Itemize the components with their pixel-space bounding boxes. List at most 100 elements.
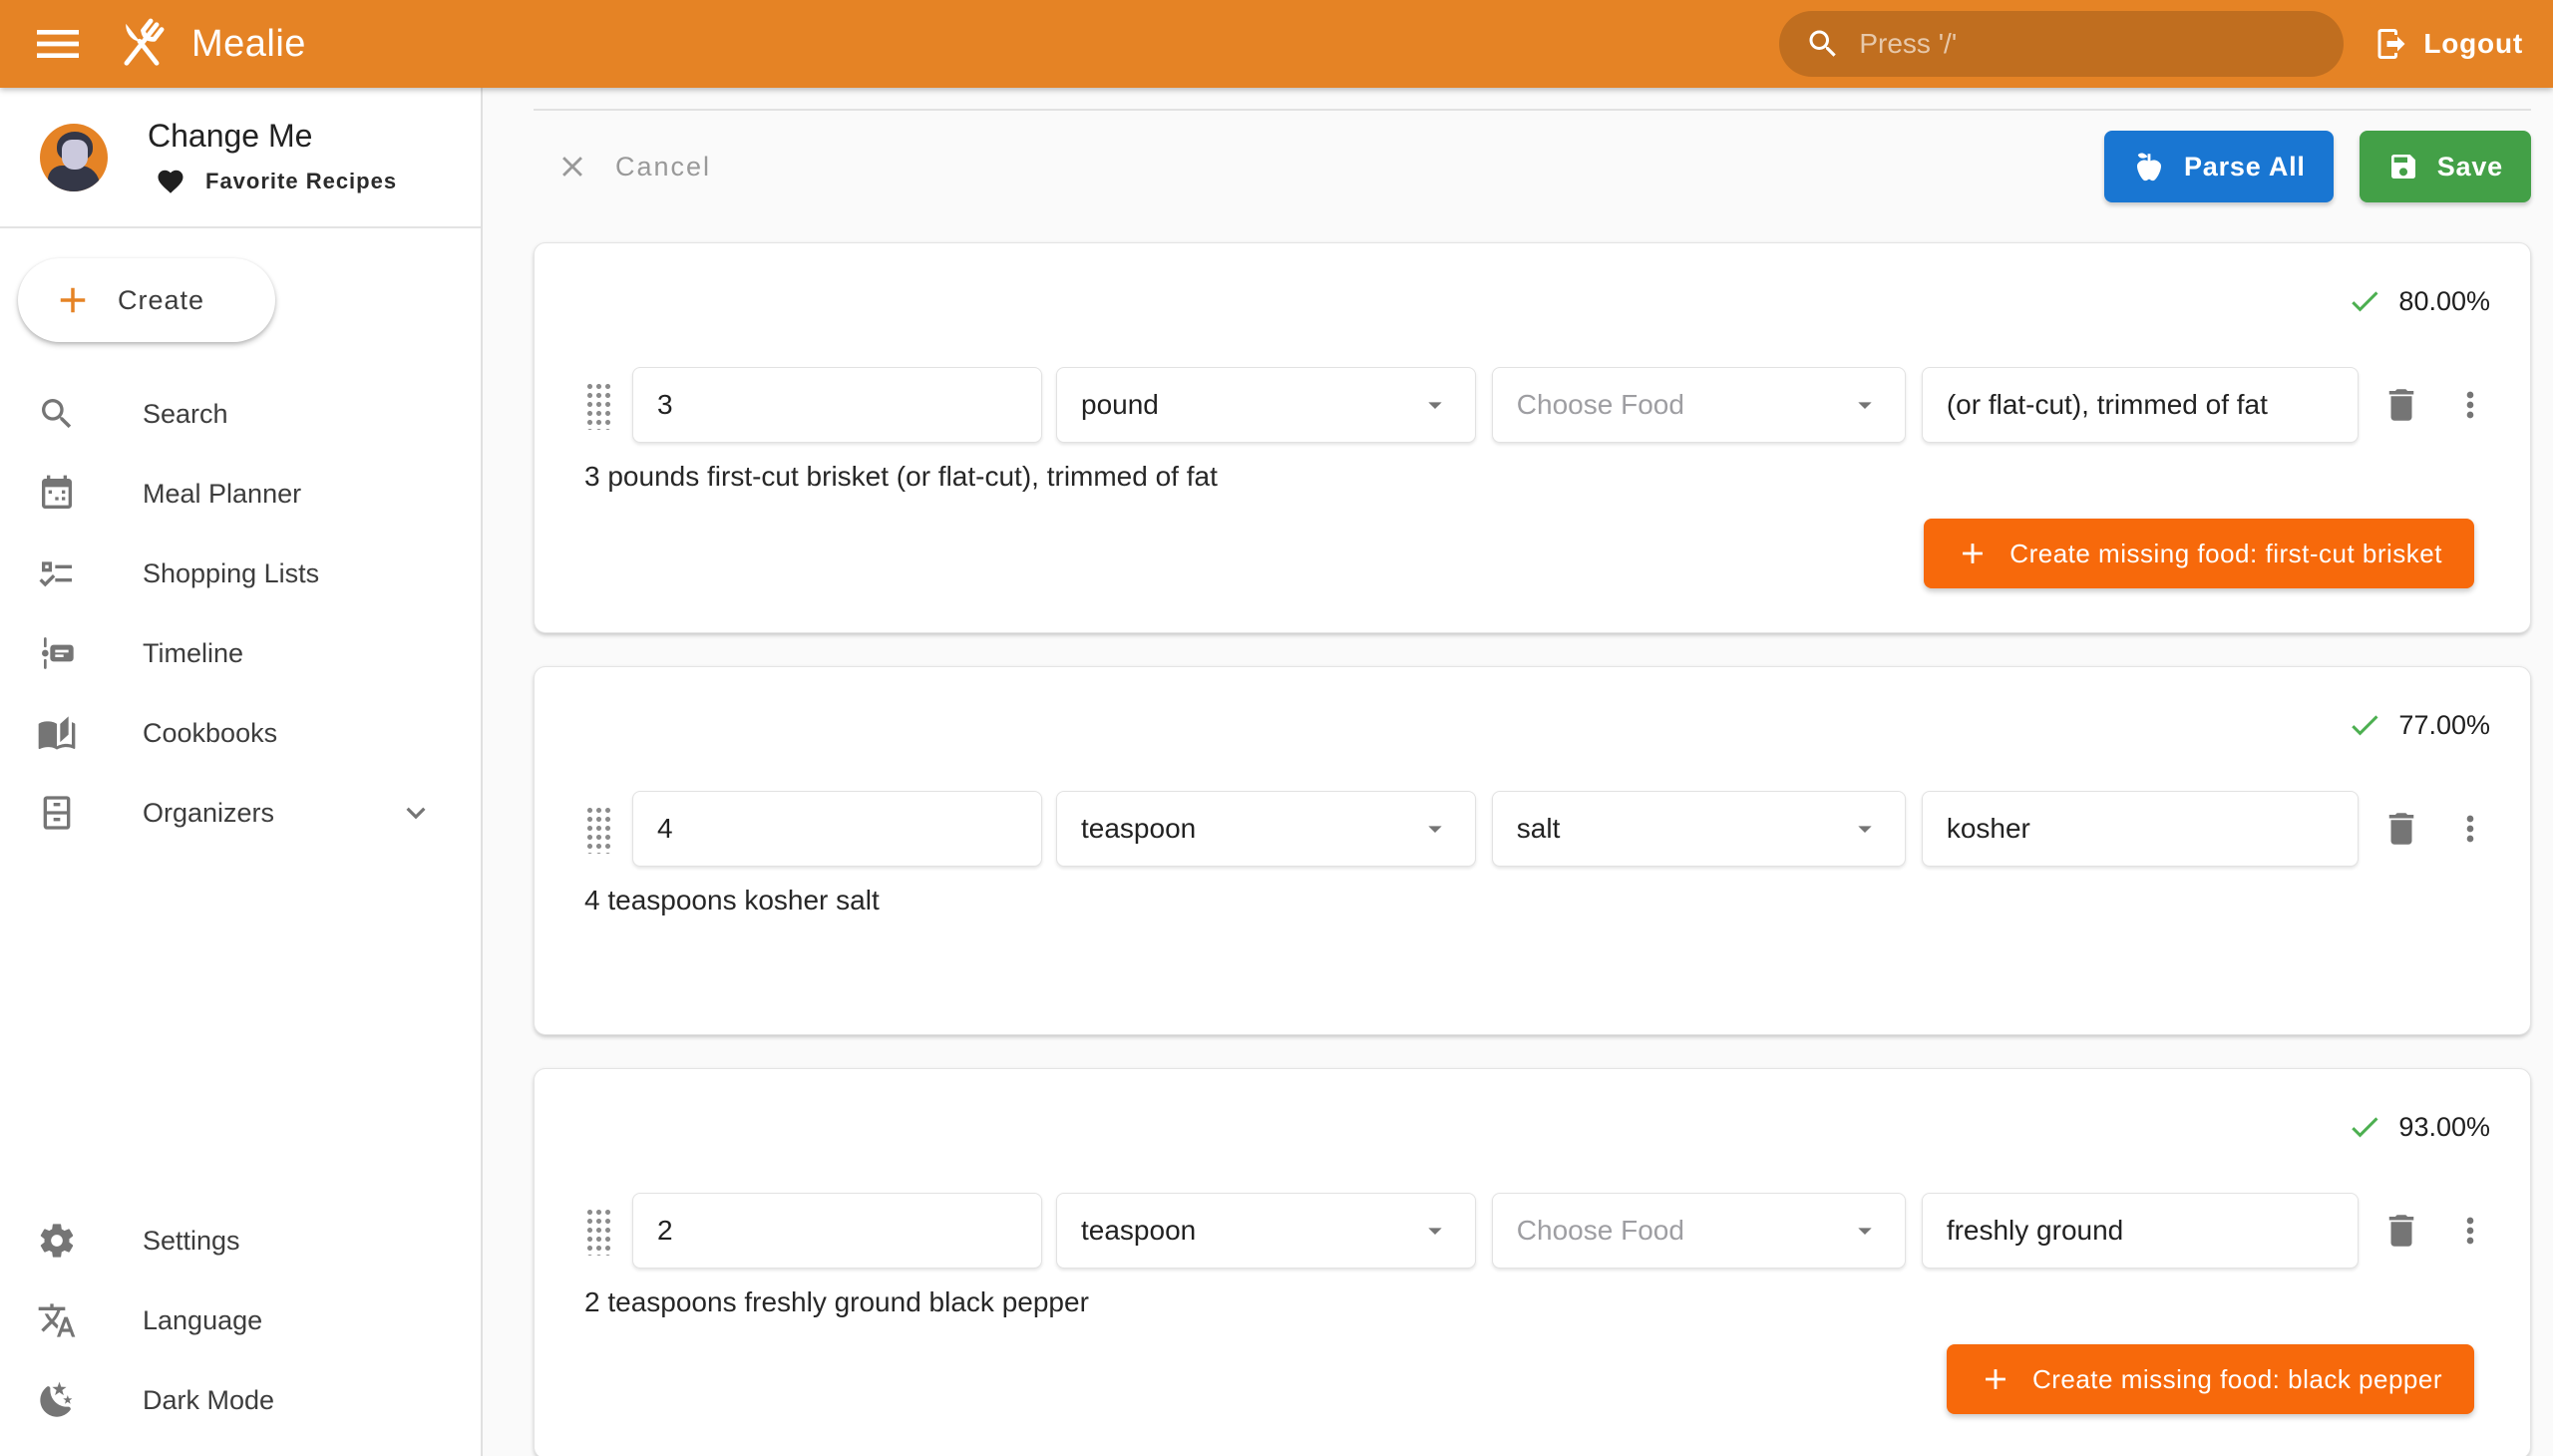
dots-vertical-icon xyxy=(2450,1211,2490,1251)
save-button[interactable]: Save xyxy=(2360,131,2531,202)
food-select[interactable]: Choose Food xyxy=(1492,367,1906,443)
trash-icon xyxy=(2380,384,2422,426)
delete-button[interactable] xyxy=(2380,808,2422,850)
menu-down-icon xyxy=(1849,389,1881,421)
more-options-button[interactable] xyxy=(2450,809,2490,849)
dots-vertical-icon xyxy=(2450,385,2490,425)
create-missing-food-button[interactable]: Create missing food: first-cut brisket xyxy=(1924,519,2474,588)
logout-button[interactable]: Logout xyxy=(2373,26,2523,62)
check-icon xyxy=(2347,1109,2382,1145)
note-input[interactable] xyxy=(1922,791,2359,867)
parser-toolbar: Cancel Parse All Save xyxy=(534,131,2531,202)
quantity-input[interactable] xyxy=(632,791,1042,867)
ingredient-card: 80.00% pound Choose Food xyxy=(534,242,2531,633)
original-ingredient-text: 2 teaspoons freshly ground black pepper xyxy=(584,1286,2490,1318)
avatar[interactable] xyxy=(40,124,108,191)
confidence: 93.00% xyxy=(584,1109,2490,1145)
checklist-icon xyxy=(37,553,77,593)
plus-icon xyxy=(52,279,94,321)
check-icon xyxy=(2347,283,2382,319)
ingredient-cards: 80.00% pound Choose Food xyxy=(534,242,2531,1456)
ingredient-card: 93.00% teaspoon Choose Food xyxy=(534,1068,2531,1456)
original-ingredient-text: 4 teaspoons kosher salt xyxy=(584,885,2490,916)
brand[interactable]: Mealie xyxy=(112,14,306,74)
save-icon xyxy=(2387,151,2419,182)
user-section: Change Me Favorite Recipes xyxy=(0,88,481,226)
sidebar-nav: Search Meal Planner Shopping Lists Timel… xyxy=(0,374,481,853)
cancel-button[interactable]: Cancel xyxy=(555,150,711,183)
parse-all-button[interactable]: Parse All xyxy=(2104,131,2334,202)
unit-select[interactable]: teaspoon xyxy=(1056,791,1476,867)
sidebar-item-search[interactable]: Search xyxy=(0,374,481,454)
menu-down-icon xyxy=(1419,389,1451,421)
logout-label: Logout xyxy=(2423,28,2523,60)
sidebar-item-cookbooks[interactable]: Cookbooks xyxy=(0,693,481,773)
close-icon xyxy=(555,150,589,183)
sidebar-item-language[interactable]: Language xyxy=(0,1280,481,1360)
gear-icon xyxy=(37,1221,77,1261)
food-select[interactable]: saltChoose Food xyxy=(1492,791,1906,867)
sidebar-footer: Settings Language Dark Mode xyxy=(0,1201,481,1440)
favorite-recipes-label: Favorite Recipes xyxy=(205,169,397,194)
sidebar: Change Me Favorite Recipes Create Search… xyxy=(0,88,483,1456)
menu-icon[interactable] xyxy=(30,16,86,72)
confidence: 80.00% xyxy=(584,283,2490,319)
search-icon xyxy=(37,394,77,434)
confidence-value: 77.00% xyxy=(2398,710,2490,741)
delete-button[interactable] xyxy=(2380,384,2422,426)
sidebar-item-meal-planner[interactable]: Meal Planner xyxy=(0,454,481,534)
drag-handle-icon[interactable] xyxy=(584,804,610,854)
trash-icon xyxy=(2380,1210,2422,1252)
food-select[interactable]: Choose Food xyxy=(1492,1193,1906,1269)
menu-down-icon xyxy=(1849,1215,1881,1247)
menu-down-icon xyxy=(1419,1215,1451,1247)
main-content: Cancel Parse All Save 80.00% xyxy=(483,88,2553,1456)
drag-handle-icon[interactable] xyxy=(584,1206,610,1256)
confidence-value: 80.00% xyxy=(2398,286,2490,317)
dots-vertical-icon xyxy=(2450,809,2490,849)
menu-down-icon xyxy=(1849,813,1881,845)
sidebar-item-organizers[interactable]: Organizers xyxy=(0,773,481,853)
sidebar-item-shopping-lists[interactable]: Shopping Lists xyxy=(0,534,481,613)
drag-handle-icon[interactable] xyxy=(584,380,610,430)
translate-icon xyxy=(37,1300,77,1340)
unit-select[interactable]: pound xyxy=(1056,367,1476,443)
content-divider xyxy=(534,109,2531,111)
quantity-input[interactable] xyxy=(632,1193,1042,1269)
sidebar-item-timeline[interactable]: Timeline xyxy=(0,613,481,693)
original-ingredient-text: 3 pounds first-cut brisket (or flat-cut)… xyxy=(584,461,2490,493)
favorite-recipes-link[interactable]: Favorite Recipes xyxy=(156,167,397,196)
chevron-down-icon[interactable] xyxy=(397,794,435,832)
menu-down-icon xyxy=(1419,813,1451,845)
book-open-icon xyxy=(37,713,77,753)
check-icon xyxy=(2347,707,2382,743)
food-apple-icon xyxy=(2132,150,2166,183)
mealie-logo-icon xyxy=(112,14,172,74)
timeline-icon xyxy=(37,633,77,673)
calendar-icon xyxy=(37,474,77,514)
logout-icon xyxy=(2373,26,2409,62)
search-input[interactable]: Press '/' xyxy=(1779,11,2344,77)
confidence-value: 93.00% xyxy=(2398,1112,2490,1143)
app-bar: Mealie Press '/' Logout xyxy=(0,0,2553,88)
sidebar-divider xyxy=(0,226,481,228)
user-name: Change Me xyxy=(148,118,397,155)
quantity-input[interactable] xyxy=(632,367,1042,443)
plus-icon xyxy=(1956,537,1990,570)
create-button[interactable]: Create xyxy=(18,258,275,342)
note-input[interactable] xyxy=(1922,367,2359,443)
unit-select[interactable]: teaspoon xyxy=(1056,1193,1476,1269)
heart-icon xyxy=(156,167,185,196)
ingredient-card: 77.00% teaspoon saltChoose Food xyxy=(534,666,2531,1035)
note-input[interactable] xyxy=(1922,1193,2359,1269)
confidence: 77.00% xyxy=(584,707,2490,743)
search-placeholder: Press '/' xyxy=(1859,28,1957,60)
sidebar-item-settings[interactable]: Settings xyxy=(0,1201,481,1280)
moon-icon xyxy=(37,1380,77,1420)
more-options-button[interactable] xyxy=(2450,1211,2490,1251)
sidebar-item-dark-mode[interactable]: Dark Mode xyxy=(0,1360,481,1440)
app-title: Mealie xyxy=(191,23,306,66)
more-options-button[interactable] xyxy=(2450,385,2490,425)
delete-button[interactable] xyxy=(2380,1210,2422,1252)
create-missing-food-button[interactable]: Create missing food: black pepper xyxy=(1947,1344,2474,1414)
